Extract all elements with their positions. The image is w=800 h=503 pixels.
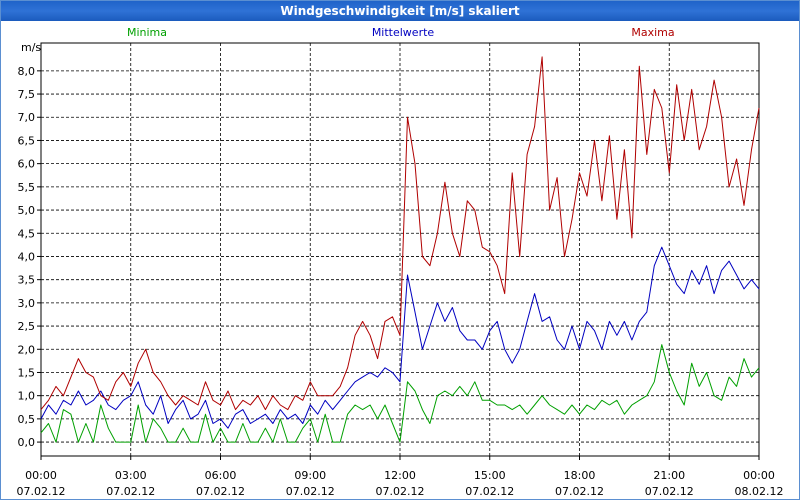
x-tick-date: 07.02.12 — [17, 485, 66, 498]
x-tick-time: 00:00 — [25, 469, 57, 482]
legend-minima: Minima — [127, 26, 167, 39]
x-tick-time: 03:00 — [115, 469, 147, 482]
legend-maxima: Maxima — [631, 26, 674, 39]
y-tick-label: 4,0 — [18, 250, 36, 263]
y-tick-label: 3,5 — [18, 274, 36, 287]
y-axis-label: m/s — [21, 41, 41, 54]
legend-mittelwerte: Mittelwerte — [372, 26, 435, 39]
chart-grid — [41, 43, 759, 456]
x-tick-time: 15:00 — [474, 469, 506, 482]
y-tick-label: 8,0 — [18, 65, 36, 78]
y-tick-label: 2,5 — [18, 320, 36, 333]
chart-window: Windgeschwindigkeit [m/s] skaliert 0,0 0,… — [0, 0, 800, 500]
x-tick-time: 00:00 — [743, 469, 775, 482]
x-tick-time: 12:00 — [384, 469, 416, 482]
y-tick-label: 6,5 — [18, 134, 36, 147]
x-tick-date: 07.02.12 — [465, 485, 514, 498]
x-tick-date: 07.02.12 — [196, 485, 245, 498]
y-tick-label: 7,5 — [18, 88, 36, 101]
y-tick-label: 5,5 — [18, 181, 36, 194]
window-titlebar: Windgeschwindigkeit [m/s] skaliert — [1, 1, 799, 21]
x-tick-time: 21:00 — [653, 469, 685, 482]
x-tick-date: 08.02.12 — [735, 485, 784, 498]
x-tick-time: 18:00 — [564, 469, 596, 482]
x-tick-date: 07.02.12 — [645, 485, 694, 498]
y-tick-label: 0,5 — [18, 413, 36, 426]
y-tick-label: 1,0 — [18, 390, 36, 403]
x-tick-time: 06:00 — [205, 469, 237, 482]
y-tick-label: 5,0 — [18, 204, 36, 217]
chart-panel: 0,0 0,5 1,0 1,5 2,0 2,5 3,0 3,5 4,0 4,5 5,0 5,5 6,0 6… — [1, 22, 799, 499]
x-axis-ticks: 00:00 07.02.12 03:00 07.02.12 06:00 07.02.12 0… — [17, 456, 784, 498]
y-tick-label: 0,0 — [18, 436, 36, 449]
y-tick-label: 1,5 — [18, 366, 36, 379]
y-tick-label: 2,0 — [18, 343, 36, 356]
y-tick-label: 7,0 — [18, 111, 36, 124]
y-tick-label: 3,0 — [18, 297, 36, 310]
window-title: Windgeschwindigkeit [m/s] skaliert — [280, 4, 520, 18]
y-axis-ticks: 0,0 0,5 1,0 1,5 2,0 2,5 3,0 3,5 4,0 4,5 5,0 5,5 6,0 6… — [18, 65, 41, 449]
x-tick-date: 07.02.12 — [555, 485, 604, 498]
wind-speed-chart: 0,0 0,5 1,0 1,5 2,0 2,5 3,0 3,5 4,0 4,5 5,0 5,5 6,0 6… — [17, 26, 784, 498]
x-tick-date: 07.02.12 — [286, 485, 335, 498]
y-tick-label: 6,0 — [18, 158, 36, 171]
x-tick-date: 07.02.12 — [106, 485, 155, 498]
y-tick-label: 4,5 — [18, 227, 36, 240]
x-tick-date: 07.02.12 — [376, 485, 425, 498]
x-tick-time: 09:00 — [294, 469, 326, 482]
